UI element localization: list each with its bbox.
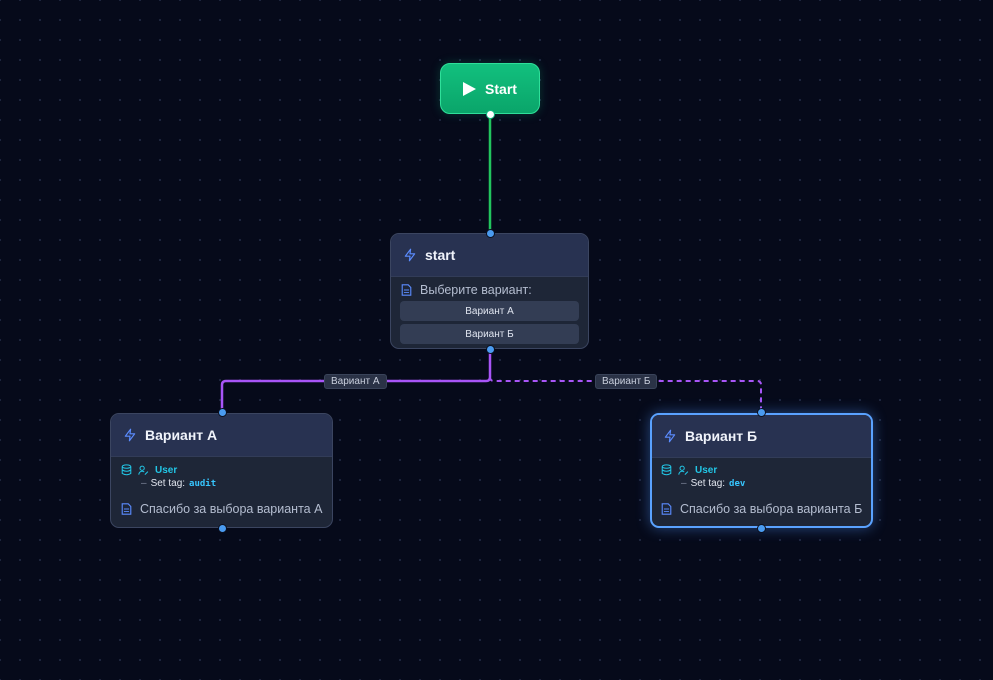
dash-icon: – bbox=[141, 478, 147, 489]
node-variant-a-user-label: User bbox=[155, 464, 178, 476]
node-variant-b[interactable]: Вариант Б User – Set tag: dev Спасибо за… bbox=[650, 413, 873, 528]
document-icon bbox=[401, 284, 412, 296]
node-variant-b-set-tag: – Set tag: dev bbox=[652, 478, 871, 489]
node-start[interactable]: start Выберите вариант: Вариант А Вариан… bbox=[390, 233, 589, 349]
node-variant-a[interactable]: Вариант А User – Set tag: audit Спасибо … bbox=[110, 413, 333, 528]
node-start-input-port[interactable] bbox=[486, 229, 495, 238]
edge-label-variant-b[interactable]: Вариант Б bbox=[595, 374, 658, 389]
start-trigger-node[interactable]: Start bbox=[440, 63, 540, 114]
node-variant-a-tag-value: audit bbox=[189, 478, 217, 489]
option-button-variant-b[interactable]: Вариант Б bbox=[400, 324, 579, 344]
edge-label-variant-a[interactable]: Вариант А bbox=[324, 374, 387, 389]
database-icon bbox=[121, 464, 132, 476]
node-variant-a-tag-prefix: Set tag: bbox=[150, 478, 186, 489]
document-icon bbox=[121, 503, 132, 515]
node-variant-b-tag-value: dev bbox=[729, 478, 746, 489]
document-icon bbox=[661, 503, 672, 515]
node-variant-a-message-text: Спасибо за выбора варианта А bbox=[140, 502, 323, 516]
bolt-icon bbox=[404, 248, 416, 262]
database-icon bbox=[661, 464, 672, 476]
bolt-icon bbox=[664, 429, 676, 443]
node-start-output-port[interactable] bbox=[486, 345, 495, 354]
start-trigger-output-port[interactable] bbox=[486, 110, 495, 119]
node-variant-a-set-tag: – Set tag: audit bbox=[111, 478, 332, 489]
node-start-message-text: Выберите вариант: bbox=[420, 283, 532, 297]
node-variant-b-output-port[interactable] bbox=[757, 524, 766, 533]
dash-icon: – bbox=[681, 478, 687, 489]
node-variant-b-title: Вариант Б bbox=[685, 428, 758, 444]
node-variant-b-message: Спасибо за выбора варианта Б bbox=[652, 489, 871, 516]
bolt-icon bbox=[124, 428, 136, 442]
node-start-title: start bbox=[425, 247, 456, 263]
node-variant-b-message-text: Спасибо за выбора варианта Б bbox=[680, 502, 863, 516]
node-variant-a-header: Вариант А bbox=[111, 414, 332, 457]
user-edit-icon bbox=[138, 465, 149, 475]
flow-canvas[interactable]: Вариант А Вариант Б Start start Выберите… bbox=[0, 0, 993, 680]
node-variant-a-message: Спасибо за выбора варианта А bbox=[111, 489, 332, 516]
node-variant-a-user-action: User bbox=[111, 457, 332, 478]
node-variant-a-input-port[interactable] bbox=[218, 408, 227, 417]
node-variant-a-title: Вариант А bbox=[145, 427, 218, 443]
node-variant-b-input-port[interactable] bbox=[757, 408, 766, 417]
node-start-header: start bbox=[391, 234, 588, 277]
node-variant-b-header: Вариант Б bbox=[652, 415, 871, 458]
node-start-message: Выберите вариант: bbox=[391, 277, 588, 301]
node-variant-a-output-port[interactable] bbox=[218, 524, 227, 533]
option-button-variant-a[interactable]: Вариант А bbox=[400, 301, 579, 321]
node-variant-b-user-label: User bbox=[695, 464, 718, 476]
user-edit-icon bbox=[678, 465, 689, 475]
start-trigger-label: Start bbox=[485, 80, 517, 97]
play-icon bbox=[463, 81, 477, 96]
node-variant-b-tag-prefix: Set tag: bbox=[690, 478, 726, 489]
node-variant-b-user-action: User bbox=[652, 458, 871, 478]
